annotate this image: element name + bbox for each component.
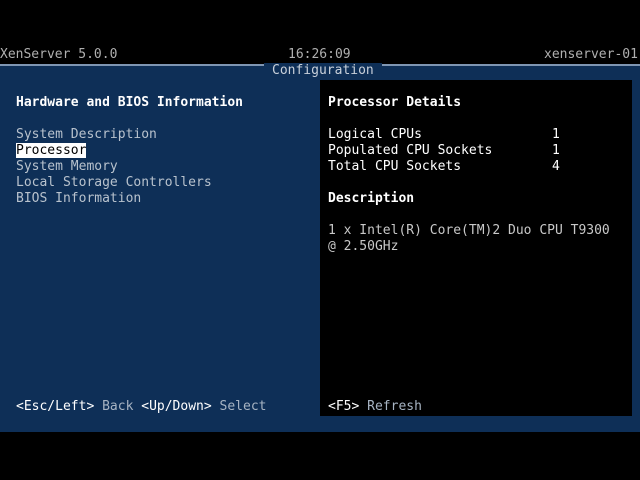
footer-hints-right: <F5> Refresh [328,399,422,415]
dialog-title: Configuration [264,63,382,79]
menu-item-local-storage-controllers[interactable]: Local Storage Controllers [16,175,212,191]
hint-key-refresh[interactable]: <F5> [328,399,359,414]
hint-key-back[interactable]: <Esc/Left> [16,399,94,414]
menu-item-label: BIOS Information [16,191,142,206]
total-cpu-sockets-label: Total CPU Sockets [328,159,462,174]
menu-item-label-selected: Processor [16,143,87,158]
hint-action-refresh: Refresh [367,399,422,414]
hostname-label: xenserver-01 [544,47,638,62]
clock-label: 16:26:09 [288,47,351,62]
left-pane-heading: Hardware and BIOS Information [16,95,243,110]
cpu-description-line-1: 1 x Intel(R) Core(TM)2 Duo CPU T9300 [328,223,610,238]
menu-item-processor[interactable]: Processor [16,143,212,159]
hint-action-back: Back [102,399,134,414]
menu-item-bios-information[interactable]: BIOS Information [16,191,212,207]
populated-cpu-sockets-label: Populated CPU Sockets [328,143,493,158]
footer-hints-left: <Esc/Left> Back <Up/Down> Select [16,399,267,415]
hint-key-select[interactable]: <Up/Down> [141,399,211,414]
menu-item-system-memory[interactable]: System Memory [16,159,212,175]
populated-cpu-sockets-value: 1 [552,143,560,158]
menu-item-label: Local Storage Controllers [16,175,212,190]
logical-cpus-label: Logical CPUs [328,127,422,142]
details-heading: Processor Details [328,95,462,110]
menu-item-system-description[interactable]: System Description [16,127,212,143]
menu-item-label: System Memory [16,159,118,174]
menu-item-label: System Description [16,127,157,142]
description-heading: Description [328,191,415,206]
product-version-label: XenServer 5.0.0 [0,47,118,62]
cpu-description-line-2: @ 2.50GHz [328,239,399,254]
hint-action-select: Select [219,399,267,414]
hardware-menu: System Description Processor System Memo… [16,127,212,207]
total-cpu-sockets-value: 4 [552,159,560,174]
logical-cpus-value: 1 [552,127,560,142]
